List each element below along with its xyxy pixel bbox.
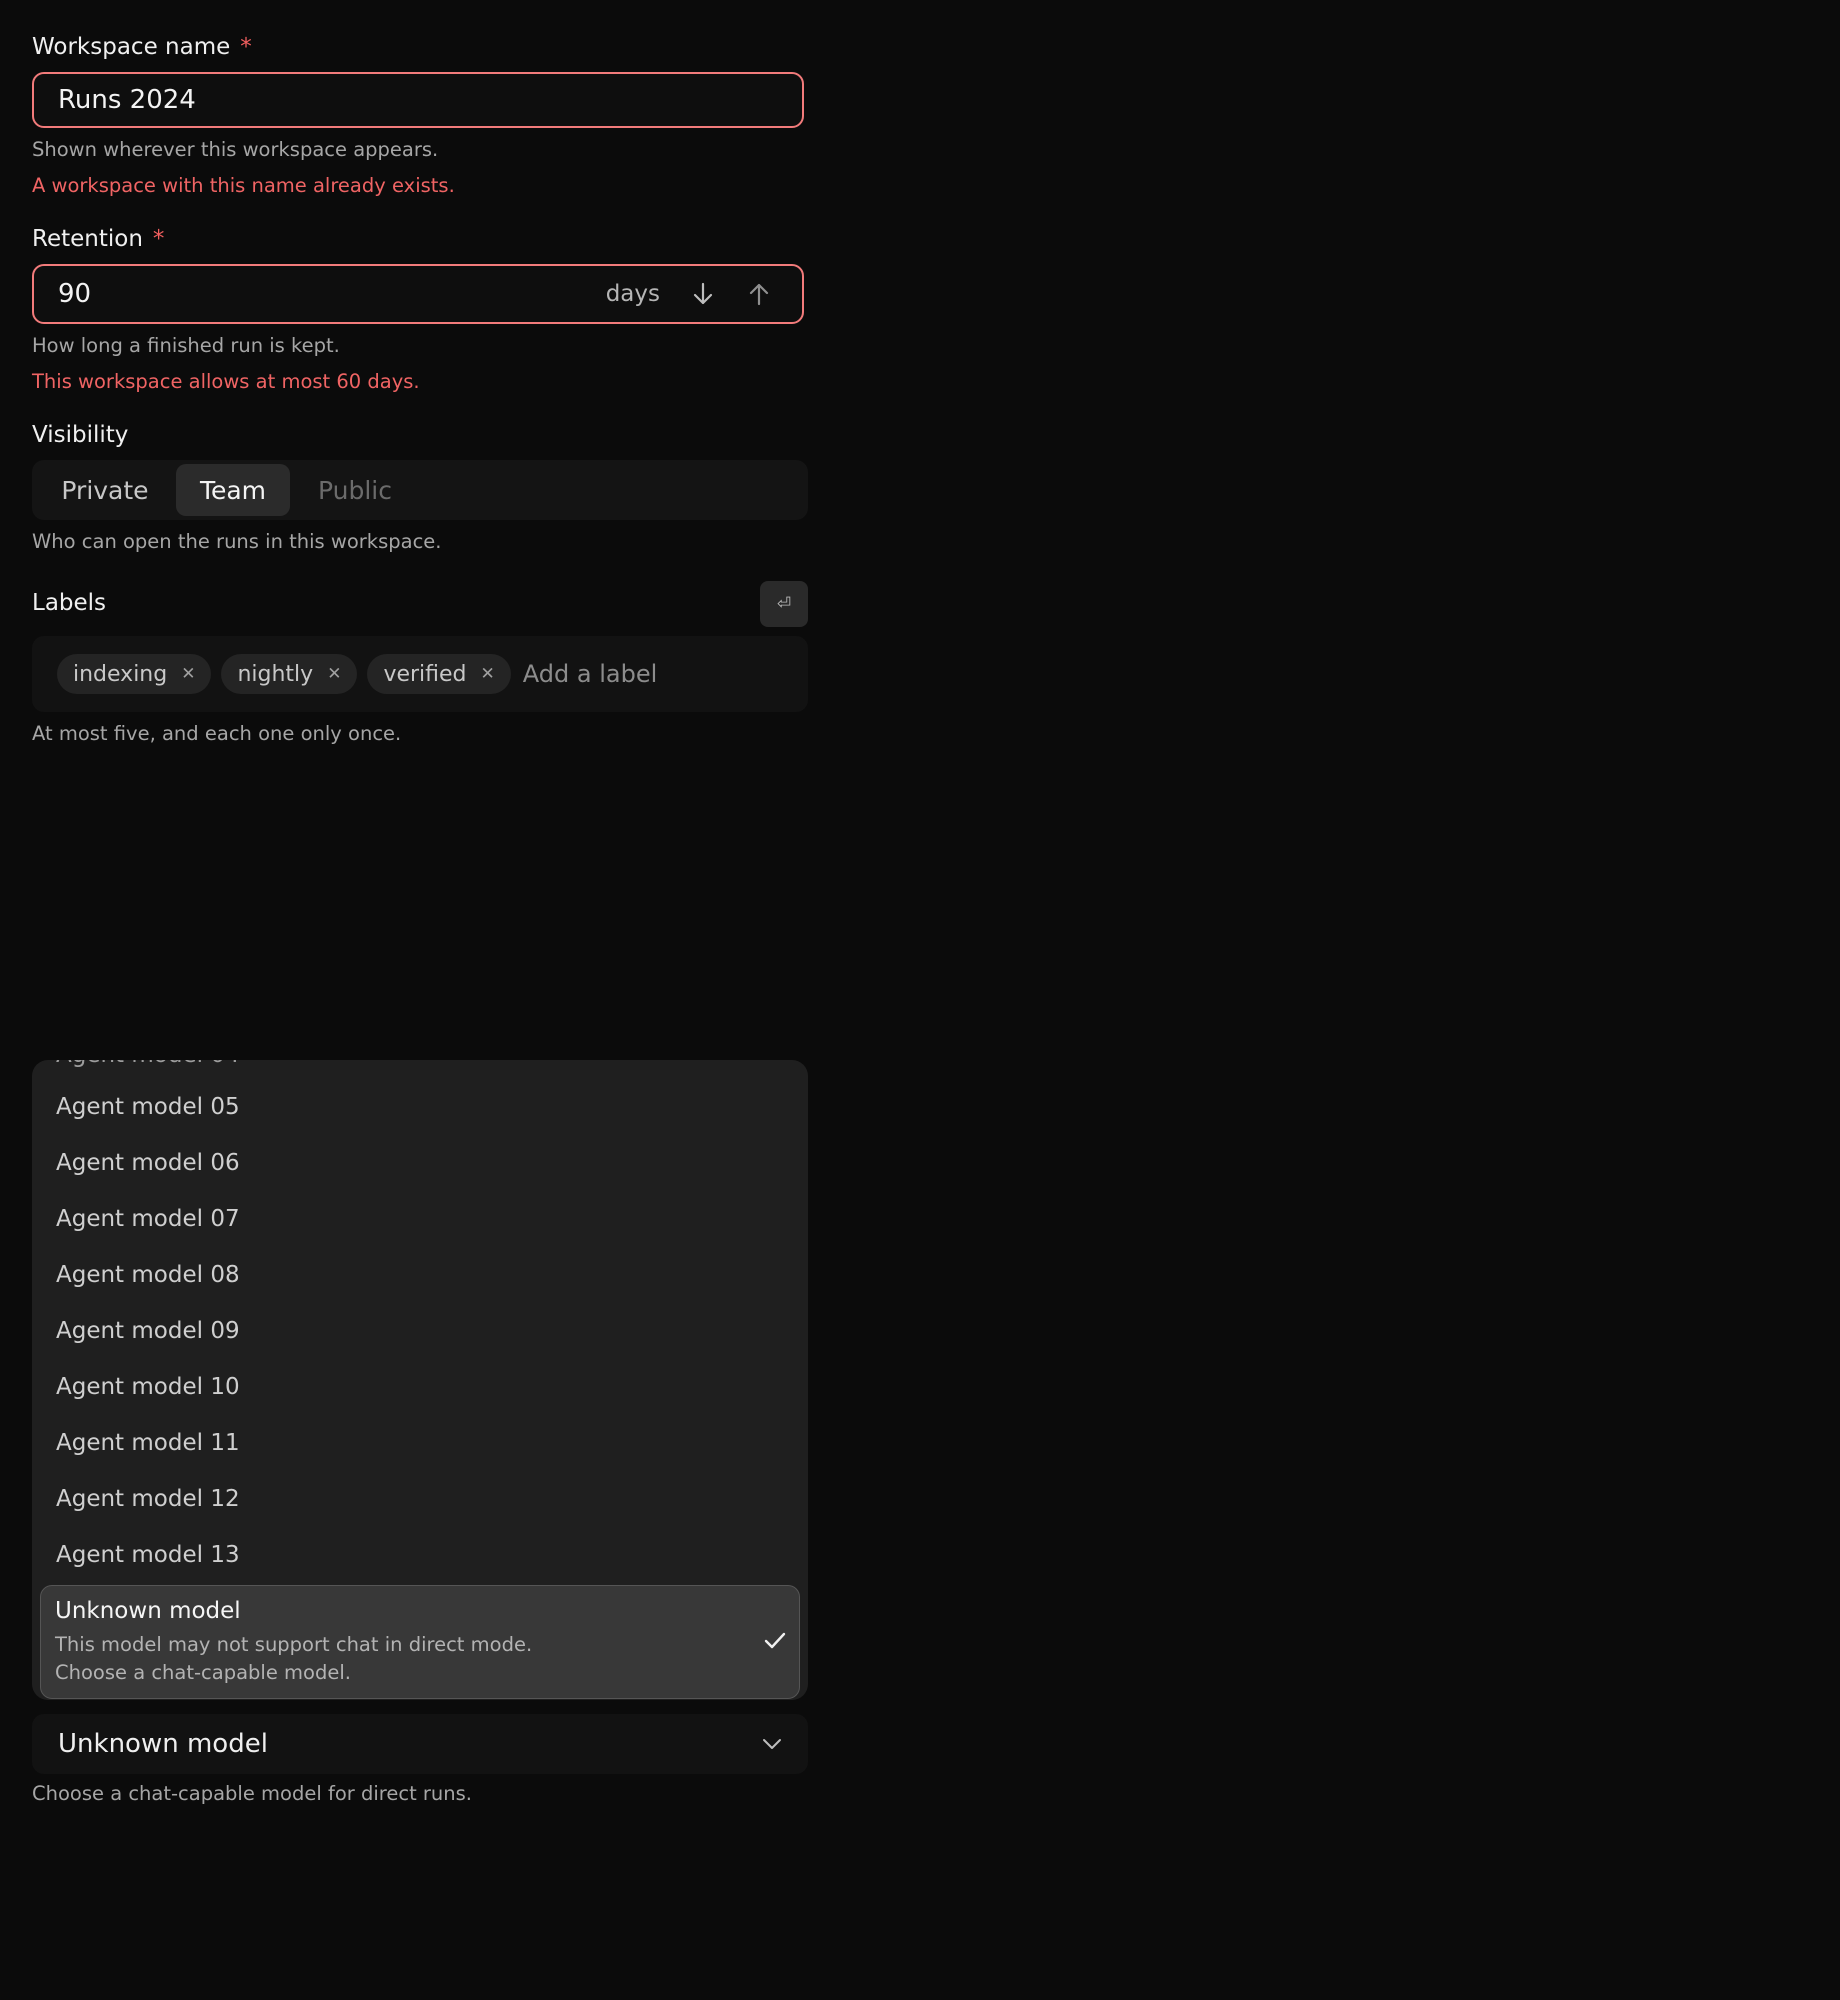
selected-option-title: Unknown model xyxy=(55,1598,241,1624)
remove-chip-icon[interactable]: ✕ xyxy=(481,664,495,684)
dropdown-option[interactable]: Agent model 09 xyxy=(56,1318,240,1344)
dropdown-option[interactable]: Agent model 11 xyxy=(56,1430,240,1456)
label-chip: indexing ✕ xyxy=(57,654,212,694)
arrow-up-icon[interactable] xyxy=(748,281,770,307)
retention-label: Retention * xyxy=(32,226,164,252)
visibility-option-team[interactable]: Team xyxy=(176,464,290,516)
add-label-placeholder[interactable]: Add a label xyxy=(523,660,657,688)
label-chip: nightly ✕ xyxy=(221,654,358,694)
workspace-name-input[interactable]: Runs 2024 xyxy=(32,72,804,128)
dropdown-option[interactable]: Agent model 12 xyxy=(56,1486,240,1512)
labels-help: At most five, and each one only once. xyxy=(32,722,402,745)
workspace-name-label-text: Workspace name xyxy=(32,34,231,60)
visibility-help: Who can open the runs in this workspace. xyxy=(32,530,442,553)
workspace-name-label: Workspace name * xyxy=(32,34,252,60)
labels-input[interactable]: indexing ✕ nightly ✕ verified ✕ Add a label xyxy=(32,636,808,712)
agent-model-select[interactable]: Unknown model xyxy=(32,1714,808,1774)
retention-help: How long a finished run is kept. xyxy=(32,334,340,357)
retention-label-text: Retention xyxy=(32,226,143,252)
workspace-name-error: A workspace with this name already exist… xyxy=(32,174,455,197)
visibility-segmented-control: Private Team Public xyxy=(32,460,808,520)
dropdown-option[interactable]: Agent model 07 xyxy=(56,1206,240,1232)
return-icon[interactable]: ⏎ xyxy=(760,581,808,627)
dropdown-option[interactable]: Agent model 04 xyxy=(56,1060,240,1068)
selected-option-desc-line: This model may not support chat in direc… xyxy=(55,1633,533,1656)
dropdown-option[interactable]: Agent model 10 xyxy=(56,1374,240,1400)
dropdown-option[interactable]: Agent model 05 xyxy=(56,1094,240,1120)
visibility-option-public[interactable]: Public xyxy=(290,464,420,516)
workspace-name-value: Runs 2024 xyxy=(58,85,196,115)
agent-model-help: Choose a chat-capable model for direct r… xyxy=(32,1782,473,1805)
required-indicator: * xyxy=(240,34,252,60)
selected-option-description: This model may not support chat in direc… xyxy=(55,1631,532,1687)
label-chip-text: verified xyxy=(383,661,467,687)
retention-error: This workspace allows at most 60 days. xyxy=(32,370,420,393)
remove-chip-icon[interactable]: ✕ xyxy=(181,664,195,684)
label-chip-text: indexing xyxy=(73,661,168,687)
selected-option-desc-line: Choose a chat-capable model. xyxy=(55,1661,351,1684)
workspace-name-help: Shown wherever this workspace appears. xyxy=(32,138,439,161)
arrow-down-icon[interactable] xyxy=(692,281,714,307)
dropdown-option-selected[interactable]: Unknown model This model may not support… xyxy=(40,1585,800,1699)
labels-label: Labels xyxy=(32,590,107,616)
visibility-label: Visibility xyxy=(32,422,129,448)
dropdown-option[interactable]: Agent model 08 xyxy=(56,1262,240,1288)
remove-chip-icon[interactable]: ✕ xyxy=(327,664,341,684)
agent-model-value: Unknown model xyxy=(58,1729,268,1759)
retention-unit: days xyxy=(605,281,660,307)
visibility-option-private[interactable]: Private xyxy=(38,464,172,516)
workspace-settings-form: Workspace name * Runs 2024 Shown wherever… xyxy=(0,0,1840,2000)
label-chip-text: nightly xyxy=(237,661,314,687)
retention-value: 90 xyxy=(58,279,92,309)
dropdown-option[interactable]: Agent model 13 xyxy=(56,1542,240,1568)
label-chip: verified ✕ xyxy=(367,654,511,694)
retention-input[interactable]: 90 days xyxy=(32,264,804,324)
dropdown-option[interactable]: Agent model 06 xyxy=(56,1150,240,1176)
chevron-down-icon xyxy=(762,1734,782,1755)
agent-model-dropdown: Agent model 04 Agent model 05 Agent mode… xyxy=(32,1060,808,1700)
checkmark-icon xyxy=(763,1630,787,1658)
required-indicator: * xyxy=(152,226,165,252)
